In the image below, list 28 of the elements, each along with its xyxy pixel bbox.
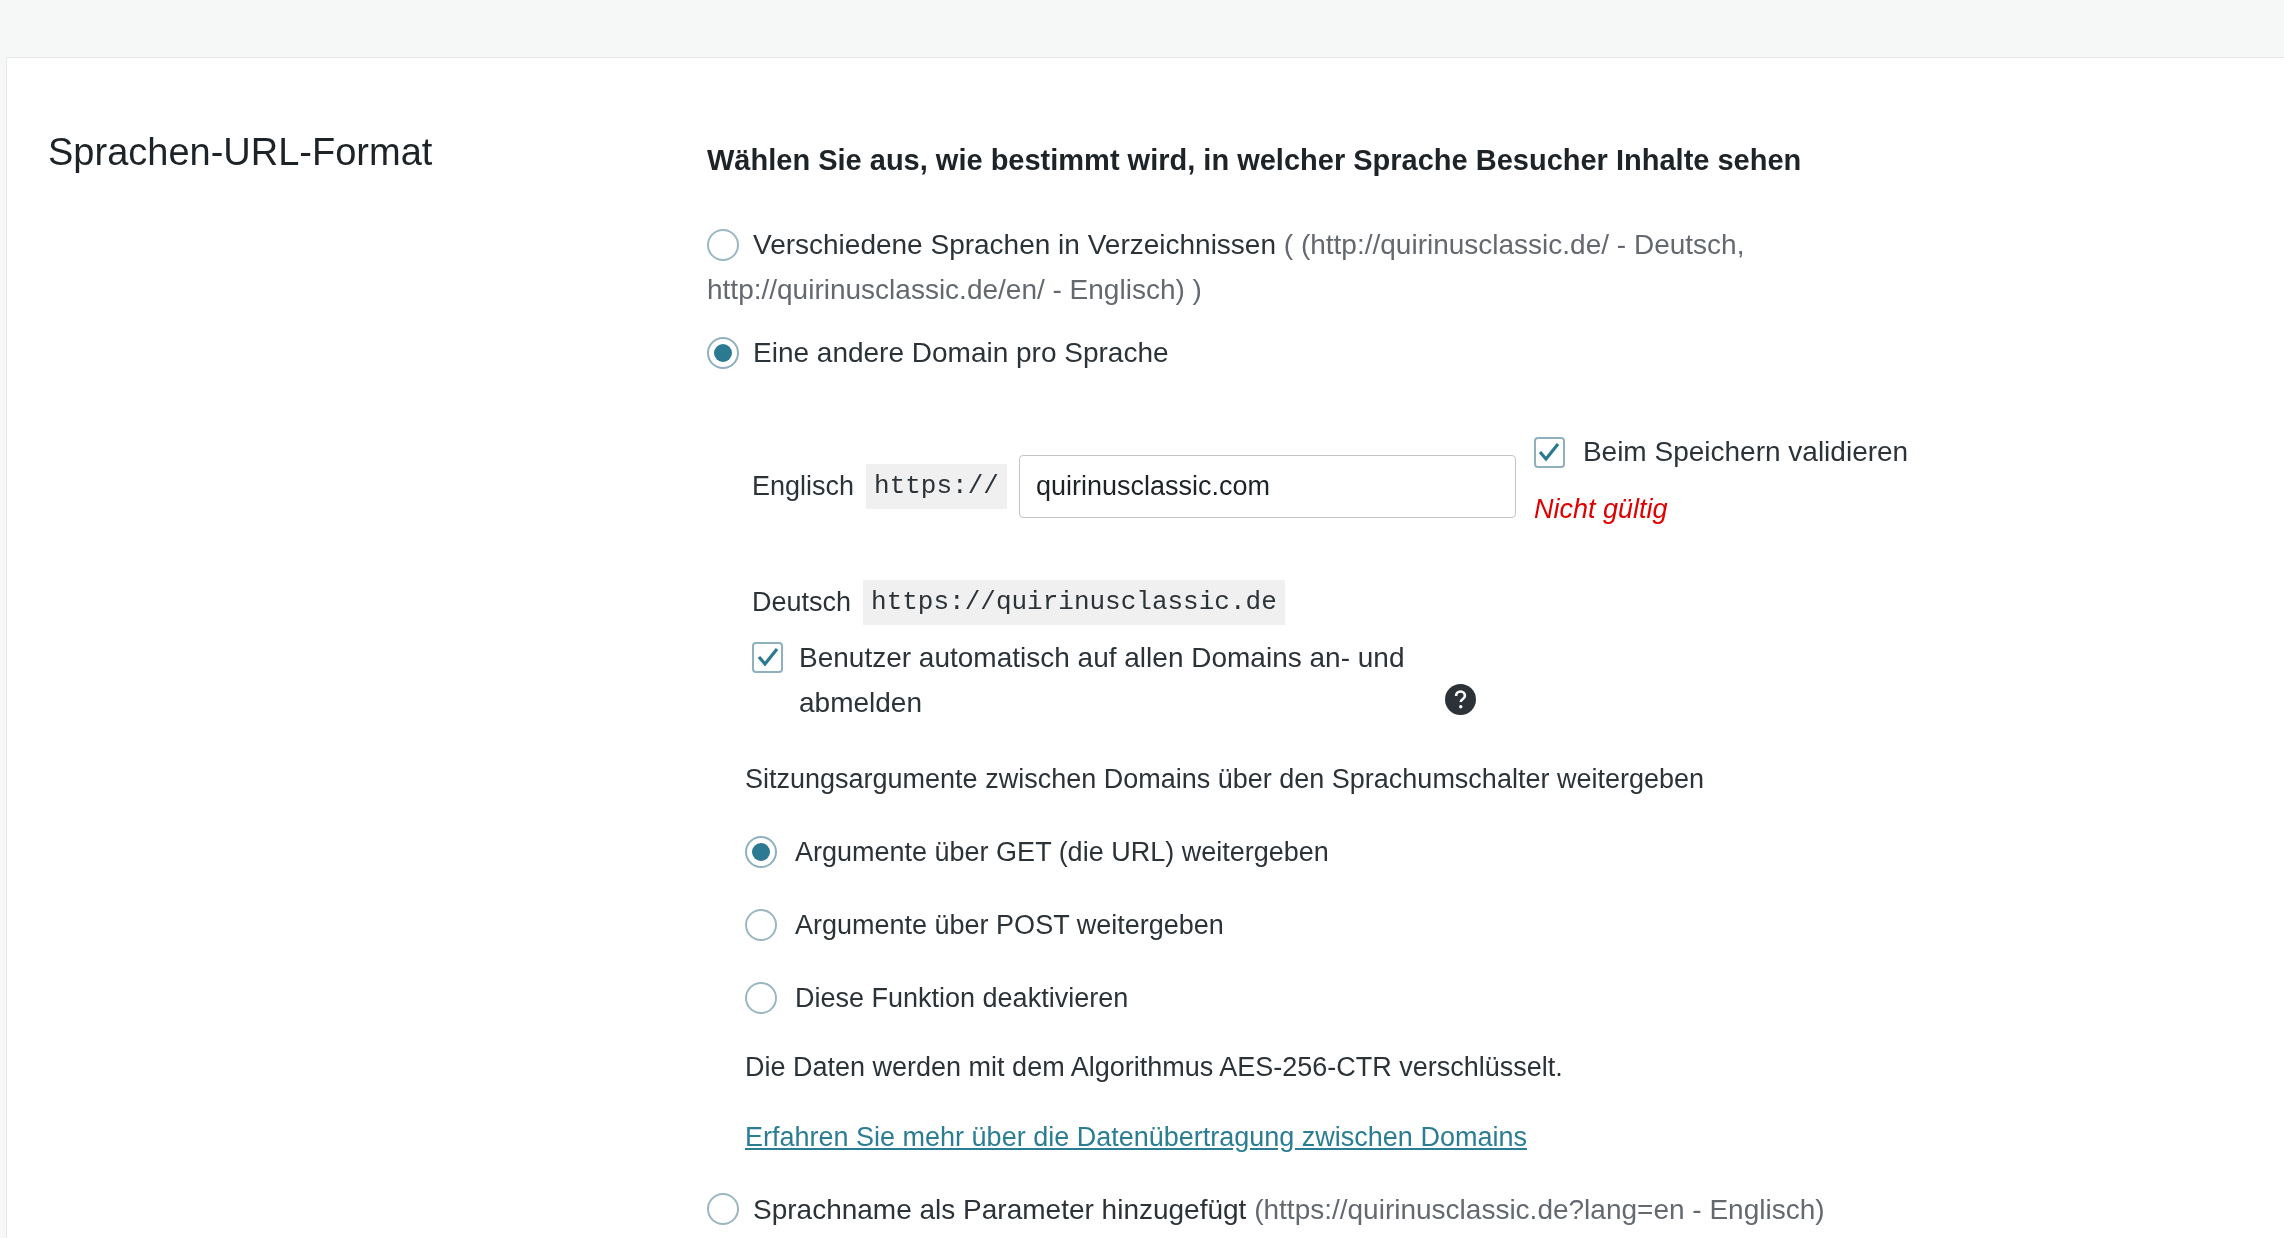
language-label: Deutsch: [752, 585, 852, 619]
url-prefix: https://quirinusclassic.de: [863, 579, 1285, 625]
radio-button[interactable]: [745, 908, 777, 941]
language-label: Englisch: [752, 470, 855, 504]
radio-option[interactable]: Sprachname als Parameter hinzugefügt (https://quirinusclassic.de?lang=en - Englisch): [707, 1186, 2207, 1232]
radio-button[interactable]: [707, 1193, 739, 1226]
radio-option[interactable]: Eine andere Domain pro Sprache: [707, 330, 2207, 375]
checkbox[interactable]: [752, 641, 783, 673]
radio-button[interactable]: [707, 228, 739, 261]
radio-button[interactable]: [707, 336, 739, 369]
error-message: Nicht gültig: [1533, 493, 1668, 526]
checkbox-label: Beim Speichern validieren: [1582, 435, 1909, 469]
section-subtitle: Sitzungsargumente zwischen Domains über den Sprachumschalter weitergeben: [745, 762, 1704, 796]
learn-more-link[interactable]: Erfahren Sie mehr über die Datenübertragung zwischen Domains: [745, 1116, 1527, 1157]
encryption-note: Die Daten werden mit dem Algorithmus AES-256-CTR verschlüsselt.: [745, 1050, 1563, 1084]
radio-label: Diese Funktion deaktivieren: [795, 981, 1129, 1015]
checkbox[interactable]: [1533, 436, 1565, 468]
section-heading: Wählen Sie aus, wie bestimmt wird, in welcher Sprache Besucher Inhalte sehen: [707, 143, 1802, 178]
radio-label: Argumente über GET (die URL) weitergeben: [795, 835, 1329, 869]
section-title: Sprachen-URL-Format: [48, 130, 433, 175]
domain-input[interactable]: quirinusclassic.com: [1018, 455, 1516, 518]
checkbox-label: Benutzer automatisch auf allen Domains an- und abmelden: [799, 640, 1406, 720]
url-prefix: https://: [866, 464, 1007, 509]
help-icon[interactable]: [1445, 683, 1476, 715]
radio-button[interactable]: [745, 835, 777, 868]
radio-label: Argumente über POST weitergeben: [795, 908, 1224, 942]
radio-button[interactable]: [745, 981, 777, 1014]
radio-option[interactable]: Verschiedene Sprachen in Verzeichnissen ( (http://quirinusclassic.de/ - Deutsch, http://quirinusclassic.de/en/ - Englisch) ): [707, 222, 1827, 312]
